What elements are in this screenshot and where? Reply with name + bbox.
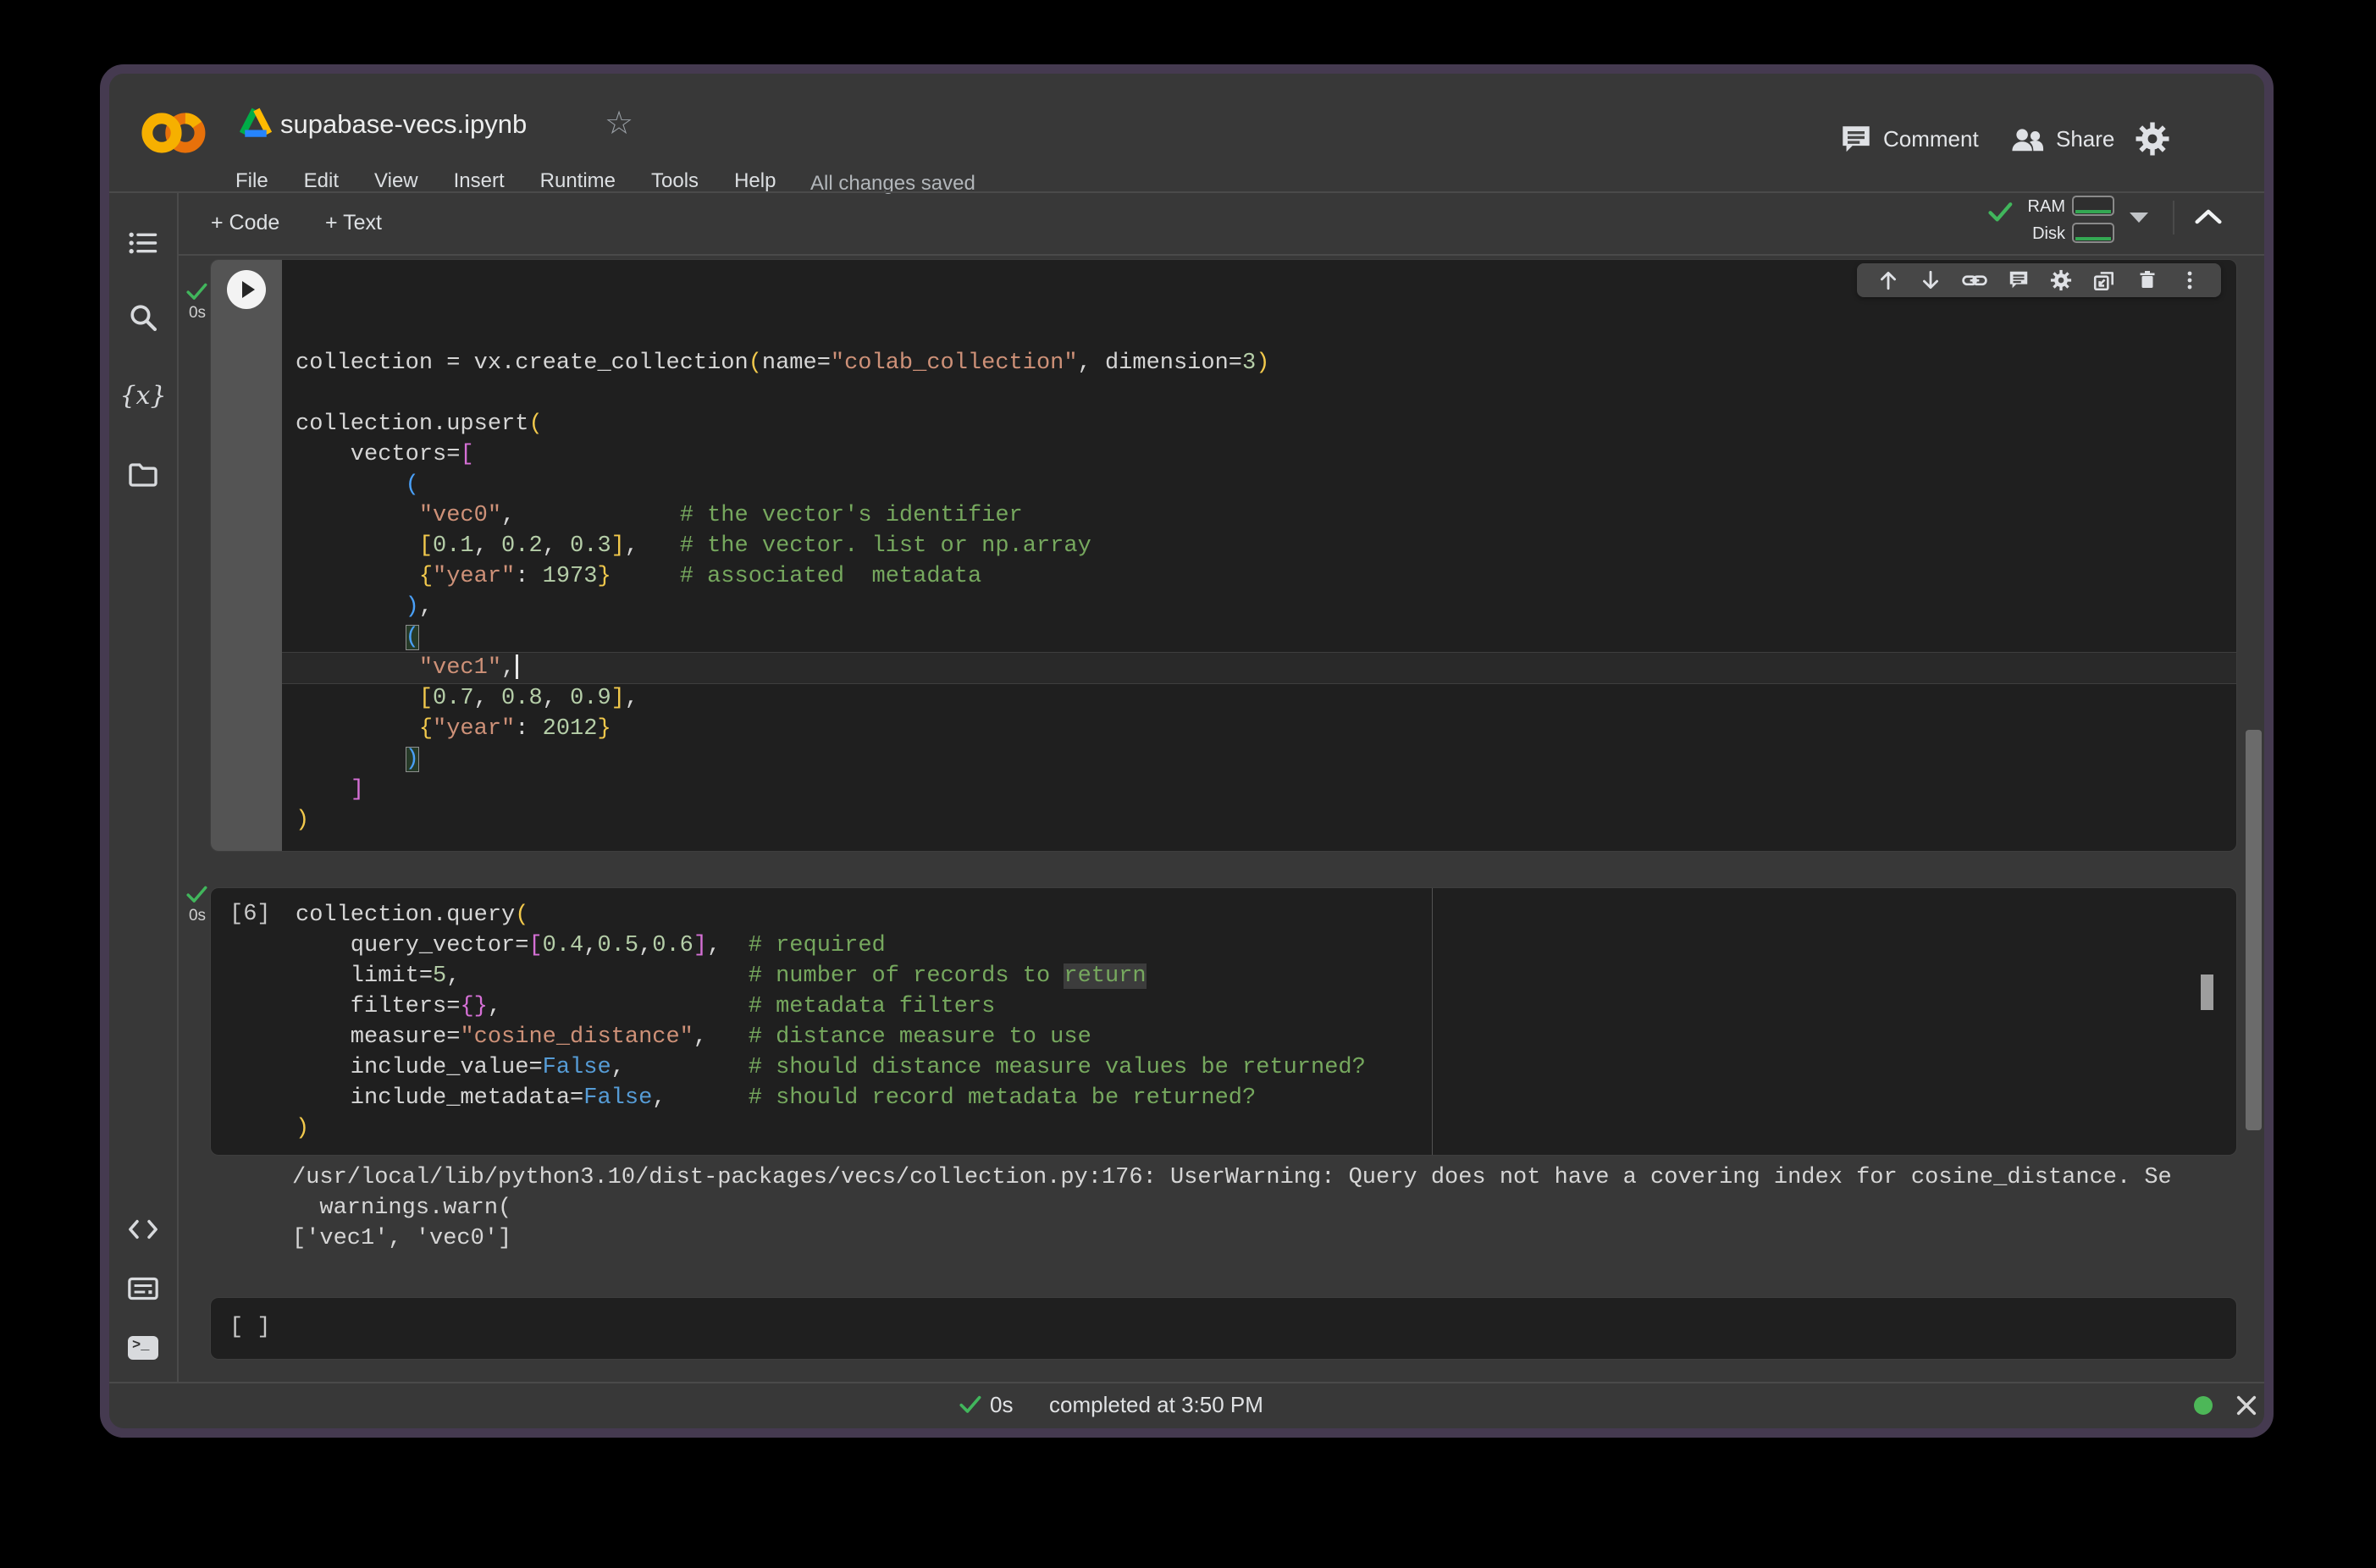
drive-file-icon	[239, 106, 273, 138]
more-vert-icon[interactable]	[2179, 269, 2201, 291]
ram-usage-bar[interactable]	[2072, 196, 2114, 216]
code-line: )	[282, 1113, 2236, 1144]
code-line: collection = vx.create_collection(name="…	[282, 348, 2236, 378]
disk-usage-bar[interactable]	[2072, 223, 2114, 243]
sidebar-item-toc[interactable]	[109, 226, 177, 260]
cell1-editor[interactable]: collection = vx.create_collection(name="…	[282, 260, 2236, 851]
toolbar-divider	[178, 254, 2264, 256]
statusbar-exec-time: 0s	[990, 1392, 1013, 1418]
code-line: {"year": 2012}	[282, 714, 2236, 744]
star-icon[interactable]: ☆	[605, 104, 633, 142]
notebook-title[interactable]: supabase-vecs.ipynb	[280, 109, 527, 140]
code-line: (	[282, 622, 2236, 653]
cell1-exec-time: 0s	[186, 304, 208, 323]
menu-bar: File Edit View Insert Runtime Tools Help	[235, 169, 776, 193]
code-cell-2[interactable]: [6] collection.query( query_vector=[0.4,…	[210, 887, 2237, 1156]
code-line: ),	[282, 592, 2236, 622]
toolbar-separator	[2173, 201, 2174, 235]
settings-gear-icon[interactable]	[2135, 121, 2170, 157]
code-line: include_value=False, # should distance m…	[282, 1052, 2236, 1083]
move-up-icon[interactable]	[1877, 269, 1899, 291]
cell2-execution-count: [6]	[229, 902, 271, 927]
cell-toolbar	[1857, 263, 2221, 297]
cell1-gutter	[211, 260, 282, 851]
ram-label: RAM	[1999, 197, 2065, 217]
text-cursor	[516, 654, 518, 679]
mirror-cell-icon[interactable]	[2092, 268, 2116, 292]
share-button[interactable]: Share	[2056, 126, 2114, 152]
code-line: measure="cosine_distance", # distance me…	[282, 1022, 2236, 1052]
code-line: collection.query(	[282, 900, 2236, 930]
code-line: vectors=[	[282, 439, 2236, 470]
statusbar: 0s completed at 3:50 PM	[109, 1383, 2264, 1428]
header-divider	[109, 191, 2264, 193]
move-down-icon[interactable]	[1920, 269, 1942, 291]
menu-item-tools[interactable]: Tools	[651, 169, 699, 193]
run-cell-button[interactable]	[227, 270, 266, 309]
comment-icon	[1839, 123, 1873, 157]
code-line: ]	[282, 775, 2236, 805]
statusbar-message: completed at 3:50 PM	[1049, 1392, 1263, 1418]
sidebar-item-search[interactable]	[109, 301, 177, 334]
sidebar-item-terminal[interactable]: >_	[109, 1331, 177, 1365]
comment-button[interactable]: Comment	[1883, 126, 1979, 152]
code-line: )	[282, 805, 2236, 836]
code-line: filters={}, # metadata filters	[282, 991, 2236, 1022]
connection-dot-icon	[2194, 1396, 2213, 1415]
code-line: query_vector=[0.4,0.5,0.6], # required	[282, 930, 2236, 961]
sidebar-item-command-palette[interactable]	[109, 1272, 177, 1306]
cell2-output: /usr/local/lib/python3.10/dist-packages/…	[210, 1162, 2237, 1286]
code-cell-3[interactable]: [ ]	[210, 1297, 2237, 1360]
gear-icon[interactable]	[2050, 269, 2072, 291]
code-line: (	[282, 470, 2236, 500]
play-icon	[242, 281, 255, 298]
disk-label: Disk	[1999, 224, 2065, 244]
menu-item-view[interactable]: View	[374, 169, 418, 193]
link-icon[interactable]	[1962, 269, 1987, 291]
menu-item-file[interactable]: File	[235, 169, 268, 193]
colab-window: supabase-vecs.ipynb ☆ File Edit View Insert…	[100, 64, 2274, 1438]
sidebar-item-variables[interactable]: {x}	[109, 378, 177, 412]
colab-logo[interactable]	[140, 108, 209, 158]
code-line	[282, 378, 2236, 409]
comment-icon[interactable]	[2008, 269, 2030, 291]
cell2-status-check-icon	[186, 885, 208, 903]
menu-item-edit[interactable]: Edit	[304, 169, 339, 193]
output-line: warnings.warn(	[279, 1193, 2237, 1223]
output-line: /usr/local/lib/python3.10/dist-packages/…	[279, 1162, 2237, 1193]
success-check-icon	[959, 1394, 982, 1414]
add-code-button[interactable]: + Code	[211, 211, 279, 235]
close-icon[interactable]	[2235, 1394, 2258, 1417]
add-text-button[interactable]: + Text	[325, 211, 382, 235]
cell2-exec-time: 0s	[186, 907, 208, 925]
cell1-status-check-icon	[186, 282, 208, 301]
code-line: "vec1",	[282, 653, 2236, 683]
sidebar-item-code-snippets[interactable]	[109, 1212, 177, 1246]
menu-item-insert[interactable]: Insert	[454, 169, 505, 193]
delete-icon[interactable]	[2136, 269, 2158, 291]
notebook-scrollbar[interactable]	[2246, 730, 2262, 1130]
code-line: "vec0", # the vector's identifier	[282, 500, 2236, 531]
code-line: [0.1, 0.2, 0.3], # the vector. list or n…	[282, 531, 2236, 561]
code-cell-1[interactable]: collection = vx.create_collection(name="…	[210, 259, 2237, 852]
code-line: limit=5, # number of records to return	[282, 961, 2236, 991]
collapse-chevron-icon[interactable]	[2194, 207, 2223, 226]
output-line: ['vec1', 'vec0']	[279, 1223, 2237, 1254]
cell3-execution-count: [ ]	[229, 1315, 271, 1340]
cell2-editor-scrollbar[interactable]	[2201, 974, 2213, 1010]
cell2-editor[interactable]: collection.query( query_vector=[0.4,0.5,…	[282, 888, 2236, 1155]
cell2-pane-divider	[1432, 888, 1433, 1156]
people-icon	[2009, 124, 2046, 155]
menu-item-runtime[interactable]: Runtime	[540, 169, 616, 193]
sidebar-divider	[177, 193, 179, 1383]
resources-dropdown-icon[interactable]	[2130, 213, 2148, 223]
code-line: [0.7, 0.8, 0.9],	[282, 683, 2236, 714]
code-line: collection.upsert(	[282, 409, 2236, 439]
code-line: )	[282, 744, 2236, 775]
sidebar-item-files[interactable]	[109, 458, 177, 492]
menu-item-help[interactable]: Help	[734, 169, 776, 193]
code-line: {"year": 1973} # associated metadata	[282, 561, 2236, 592]
header: supabase-vecs.ipynb ☆ File Edit View Insert…	[109, 74, 2264, 191]
code-line: include_metadata=False, # should record …	[282, 1083, 2236, 1113]
